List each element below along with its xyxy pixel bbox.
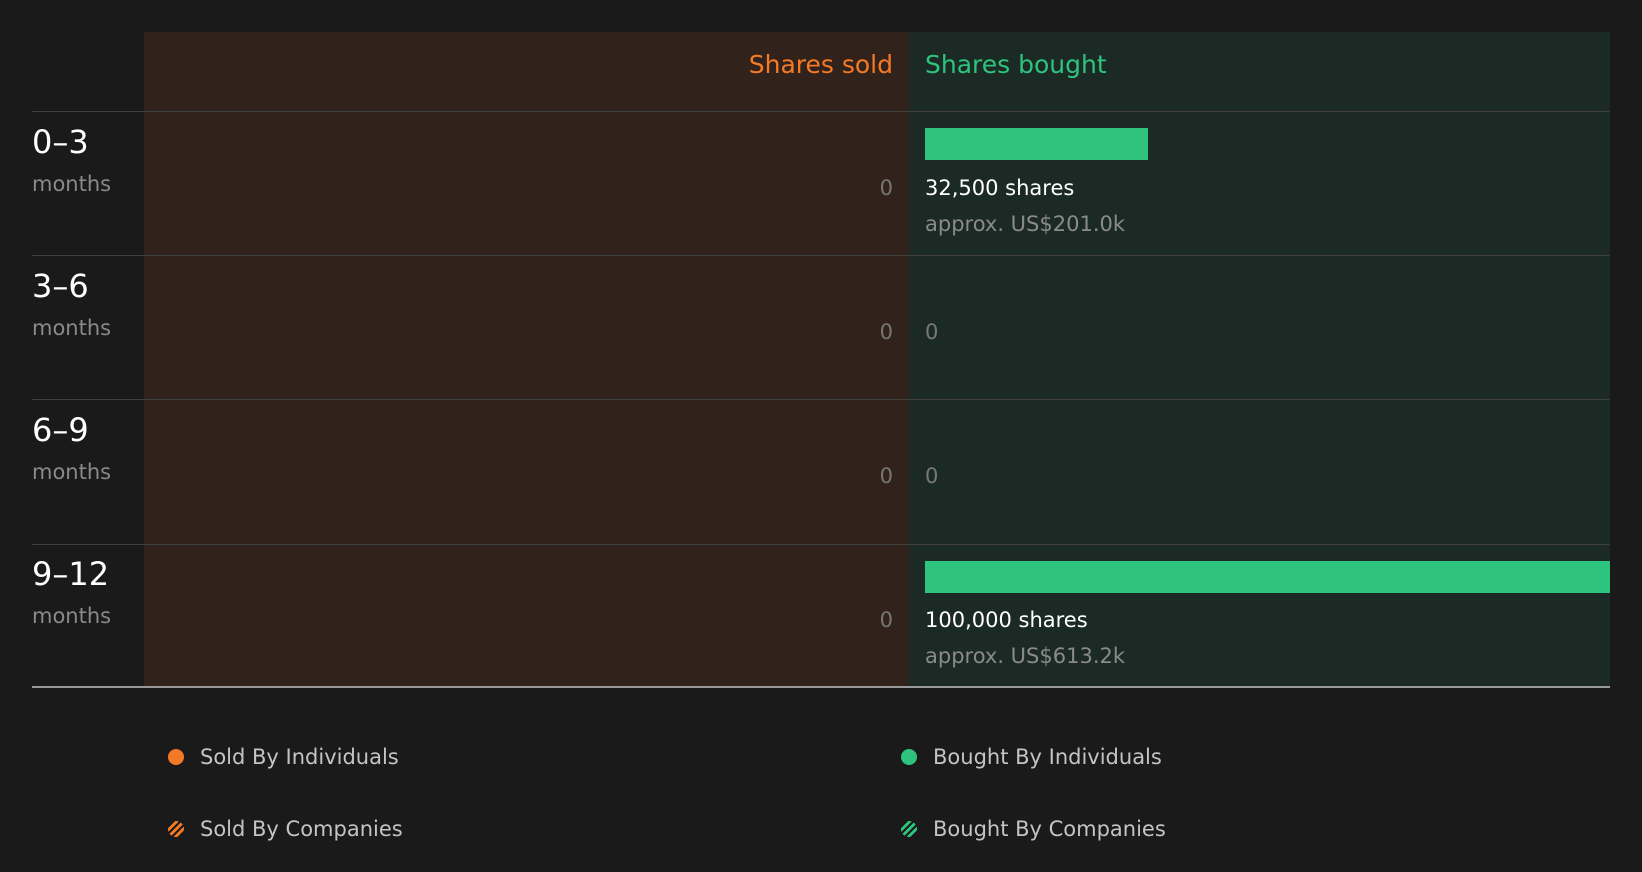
legend-hatched-dot-icon xyxy=(901,821,917,837)
bought-value-label: 0 xyxy=(925,320,939,344)
row-label-range: 0–3 xyxy=(32,123,89,161)
row-label-unit: months xyxy=(32,604,112,628)
legend-label: Sold By Individuals xyxy=(200,745,399,769)
legend-item-sold-by-companies[interactable]: Sold By Companies xyxy=(168,817,403,841)
sold-value-label: 0 xyxy=(879,176,893,200)
row-label-range: 9–12 xyxy=(32,555,110,593)
row-label-range: 3–6 xyxy=(32,267,89,305)
row-divider xyxy=(32,544,1610,545)
sold-value-label: 0 xyxy=(879,608,893,632)
chart-baseline xyxy=(32,686,1610,688)
bought-bar xyxy=(925,561,1610,593)
legend-label: Bought By Companies xyxy=(933,817,1166,841)
shares-bought-header: Shares bought xyxy=(925,50,1107,79)
chart-legend: Sold By Individuals Bought By Individual… xyxy=(0,720,1642,870)
bought-value-approx: approx. US$201.0k xyxy=(925,212,1126,236)
shares-sold-header: Shares sold xyxy=(748,50,893,79)
sold-value-label: 0 xyxy=(879,320,893,344)
legend-item-bought-by-individuals[interactable]: Bought By Individuals xyxy=(901,745,1162,769)
legend-label: Bought By Individuals xyxy=(933,745,1162,769)
shares-sold-panel xyxy=(144,32,909,687)
bought-value-label: 0 xyxy=(925,464,939,488)
sold-value-label: 0 xyxy=(879,464,893,488)
bought-shares-label: 32,500 shares xyxy=(925,176,1075,200)
legend-label: Sold By Companies xyxy=(200,817,403,841)
bought-bar xyxy=(925,128,1148,160)
bought-value-approx: approx. US$613.2k xyxy=(925,644,1126,668)
bought-shares-label: 100,000 shares xyxy=(925,608,1088,632)
row-label-unit: months xyxy=(32,172,112,196)
legend-item-sold-by-individuals[interactable]: Sold By Individuals xyxy=(168,745,399,769)
legend-dot-icon xyxy=(168,749,184,765)
row-label-range: 6–9 xyxy=(32,411,89,449)
row-divider xyxy=(32,111,1610,112)
row-label-unit: months xyxy=(32,460,112,484)
insider-trading-chart: Shares sold Shares bought 0–3 months 0 3… xyxy=(0,0,1642,700)
legend-hatched-dot-icon xyxy=(168,821,184,837)
row-label-unit: months xyxy=(32,316,112,340)
legend-dot-icon xyxy=(901,749,917,765)
row-divider xyxy=(32,399,1610,400)
row-divider xyxy=(32,255,1610,256)
legend-item-bought-by-companies[interactable]: Bought By Companies xyxy=(901,817,1166,841)
